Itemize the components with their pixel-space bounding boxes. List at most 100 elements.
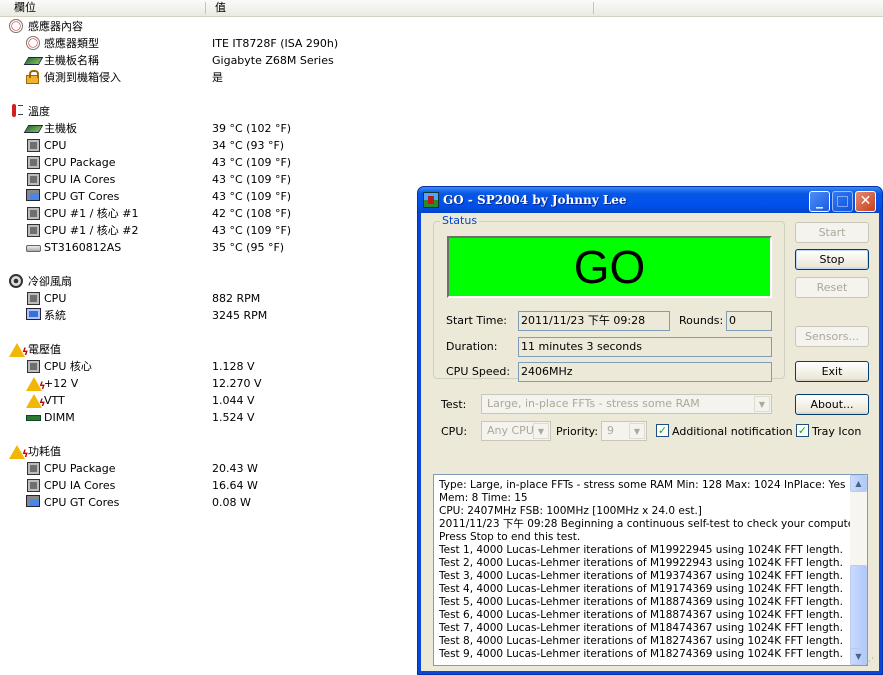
sensor-row[interactable]: CPU Package 43 °C (109 °F) <box>0 154 410 171</box>
start-time-field[interactable]: 2011/11/23 下午 09:28 <box>518 311 670 331</box>
maximize-button[interactable]: □ <box>832 191 853 212</box>
chevron-up-icon: ▲ <box>855 479 862 488</box>
exit-button[interactable]: Exit <box>795 361 869 382</box>
sensor-row[interactable]: CPU 核心 1.128 V <box>0 358 410 375</box>
additional-notification-label[interactable]: Additional notification <box>672 425 793 438</box>
additional-notification-checkbox[interactable]: ✓ <box>656 424 669 437</box>
gpu-core-icon <box>26 189 42 204</box>
log-textarea[interactable]: Type: Large, in-place FFTs - stress some… <box>433 474 868 666</box>
column-divider[interactable] <box>205 2 206 14</box>
sensor-row[interactable]: 偵測到機箱侵入 是 <box>0 69 410 86</box>
priority-label: Priority: <box>556 425 599 438</box>
tray-icon-checkbox[interactable]: ✓ <box>796 424 809 437</box>
close-button[interactable]: ✕ <box>855 191 876 212</box>
sensor-group-row[interactable]: ϟ 功耗值 <box>0 443 410 460</box>
scroll-thumb[interactable] <box>850 565 867 661</box>
sensor-row[interactable]: CPU 34 °C (93 °F) <box>0 137 410 154</box>
voltage-warning-icon: ϟ <box>9 342 29 358</box>
sensor-value: 是 <box>212 71 223 84</box>
sensor-row[interactable]: CPU IA Cores 16.64 W <box>0 477 410 494</box>
stop-button[interactable]: Stop <box>795 249 869 270</box>
sensor-row[interactable]: 感應器類型 ITE IT8728F (ISA 290h) <box>0 35 410 52</box>
sensor-row[interactable]: ϟ VTT 1.044 V <box>0 392 410 409</box>
log-scrollbar[interactable]: ▲ ▼ <box>850 475 867 665</box>
sensor-label: 冷卻風扇 <box>28 275 72 288</box>
sensor-row[interactable]: CPU 882 RPM <box>0 290 410 307</box>
test-select[interactable]: Large, in-place FFTs - stress some RAM ▼ <box>481 394 772 414</box>
column-header-field[interactable]: 欄位 <box>6 0 36 16</box>
column-header-value[interactable]: 值 <box>207 0 226 16</box>
log-line: Test 5, 4000 Lucas-Lehmer iterations of … <box>439 596 843 608</box>
resize-grip-icon[interactable]: ⋰ <box>865 657 877 669</box>
close-icon: ✕ <box>859 193 872 209</box>
sensor-row[interactable]: ϟ +12 V 12.270 V <box>0 375 410 392</box>
sensor-group-row[interactable]: 感應器內容 <box>0 18 410 35</box>
app-icon[interactable] <box>423 192 439 208</box>
motherboard-icon <box>23 121 44 136</box>
start-button[interactable]: Start <box>795 222 869 243</box>
log-line: Test 2, 4000 Lucas-Lehmer iterations of … <box>439 557 843 569</box>
test-label: Test: <box>441 398 467 411</box>
sensor-row[interactable]: DIMM 1.524 V <box>0 409 410 426</box>
column-divider[interactable] <box>593 2 594 14</box>
sensor-label: CPU IA Cores <box>44 479 116 492</box>
gauge-icon <box>26 36 42 51</box>
sensor-group-row[interactable]: 冷卻風扇 <box>0 273 410 290</box>
priority-select-value: 9 <box>607 424 614 437</box>
reset-button[interactable]: Reset <box>795 277 869 298</box>
sensor-row[interactable]: 系統 3245 RPM <box>0 307 410 324</box>
chevron-down-icon[interactable]: ▼ <box>629 423 645 439</box>
sensor-row[interactable]: CPU Package 20.43 W <box>0 460 410 477</box>
cpu-select[interactable]: Any CPU ▼ <box>481 421 551 441</box>
duration-field[interactable]: 11 minutes 3 seconds <box>518 337 772 357</box>
chevron-down-icon[interactable]: ▼ <box>533 423 549 439</box>
sensors-button[interactable]: Sensors... <box>795 326 869 347</box>
log-lines: Type: Large, in-place FFTs - stress some… <box>439 479 861 661</box>
sensor-row[interactable]: CPU IA Cores 43 °C (109 °F) <box>0 171 410 188</box>
sensor-value: 43 °C (109 °F) <box>212 173 292 186</box>
lock-icon <box>26 70 42 85</box>
minimize-button[interactable]: _ <box>809 191 830 212</box>
log-line: Mem: 8 Time: 15 <box>439 492 528 504</box>
sensor-value: 0.08 W <box>212 496 251 509</box>
rounds-label: Rounds: <box>679 314 724 327</box>
sensor-group-row[interactable]: 溫度 <box>0 103 410 120</box>
computer-icon <box>26 308 42 323</box>
sensor-row[interactable]: CPU GT Cores 43 °C (109 °F) <box>0 188 410 205</box>
sensor-value: 20.43 W <box>212 462 258 475</box>
test-select-value: Large, in-place FFTs - stress some RAM <box>487 397 700 410</box>
voltage-warning-icon: ϟ <box>26 393 46 409</box>
sensor-row[interactable]: CPU #1 / 核心 #2 43 °C (109 °F) <box>0 222 410 239</box>
sensor-group-row[interactable]: ϟ 電壓值 <box>0 341 410 358</box>
log-line: Test 1, 4000 Lucas-Lehmer iterations of … <box>439 544 843 556</box>
scroll-up-button[interactable]: ▲ <box>850 475 867 492</box>
minimize-icon: _ <box>816 193 823 209</box>
cpu-speed-field[interactable]: 2406MHz <box>518 362 772 382</box>
rounds-field[interactable]: 0 <box>726 311 772 331</box>
checkmark-icon: ✓ <box>797 424 808 437</box>
cpu-chip-icon <box>26 291 42 306</box>
sensor-row[interactable]: 主機板名稱 Gigabyte Z68M Series <box>0 52 410 69</box>
sensor-label: +12 V <box>44 377 79 390</box>
sensor-label: CPU #1 / 核心 #2 <box>44 224 139 237</box>
log-line: Test 7, 4000 Lucas-Lehmer iterations of … <box>439 622 843 634</box>
maximize-icon: □ <box>835 193 850 209</box>
chevron-down-icon[interactable]: ▼ <box>754 396 770 412</box>
cpu-chip-icon <box>26 223 42 238</box>
sensor-value: 35 °C (95 °F) <box>212 241 285 254</box>
sensor-row[interactable]: CPU GT Cores 0.08 W <box>0 494 410 511</box>
sensor-row[interactable]: CPU #1 / 核心 #1 42 °C (108 °F) <box>0 205 410 222</box>
priority-select[interactable]: 9 ▼ <box>601 421 647 441</box>
sensor-row[interactable]: 主機板 39 °C (102 °F) <box>0 120 410 137</box>
sensor-value: 882 RPM <box>212 292 261 305</box>
window-titlebar[interactable]: GO - SP2004 by Johnny Lee _ □ ✕ <box>418 187 882 213</box>
about-button[interactable]: About... <box>795 394 869 415</box>
tray-icon-label[interactable]: Tray Icon <box>812 425 861 438</box>
sensor-label: CPU <box>44 292 67 305</box>
cpu-chip-icon <box>26 359 42 374</box>
cpu-select-value: Any CPU <box>487 424 534 437</box>
sensor-label: CPU GT Cores <box>44 190 120 203</box>
sensor-row[interactable]: ST3160812AS 35 °C (95 °F) <box>0 239 410 256</box>
sensor-value: 1.044 V <box>212 394 255 407</box>
sensor-value: 12.270 V <box>212 377 262 390</box>
